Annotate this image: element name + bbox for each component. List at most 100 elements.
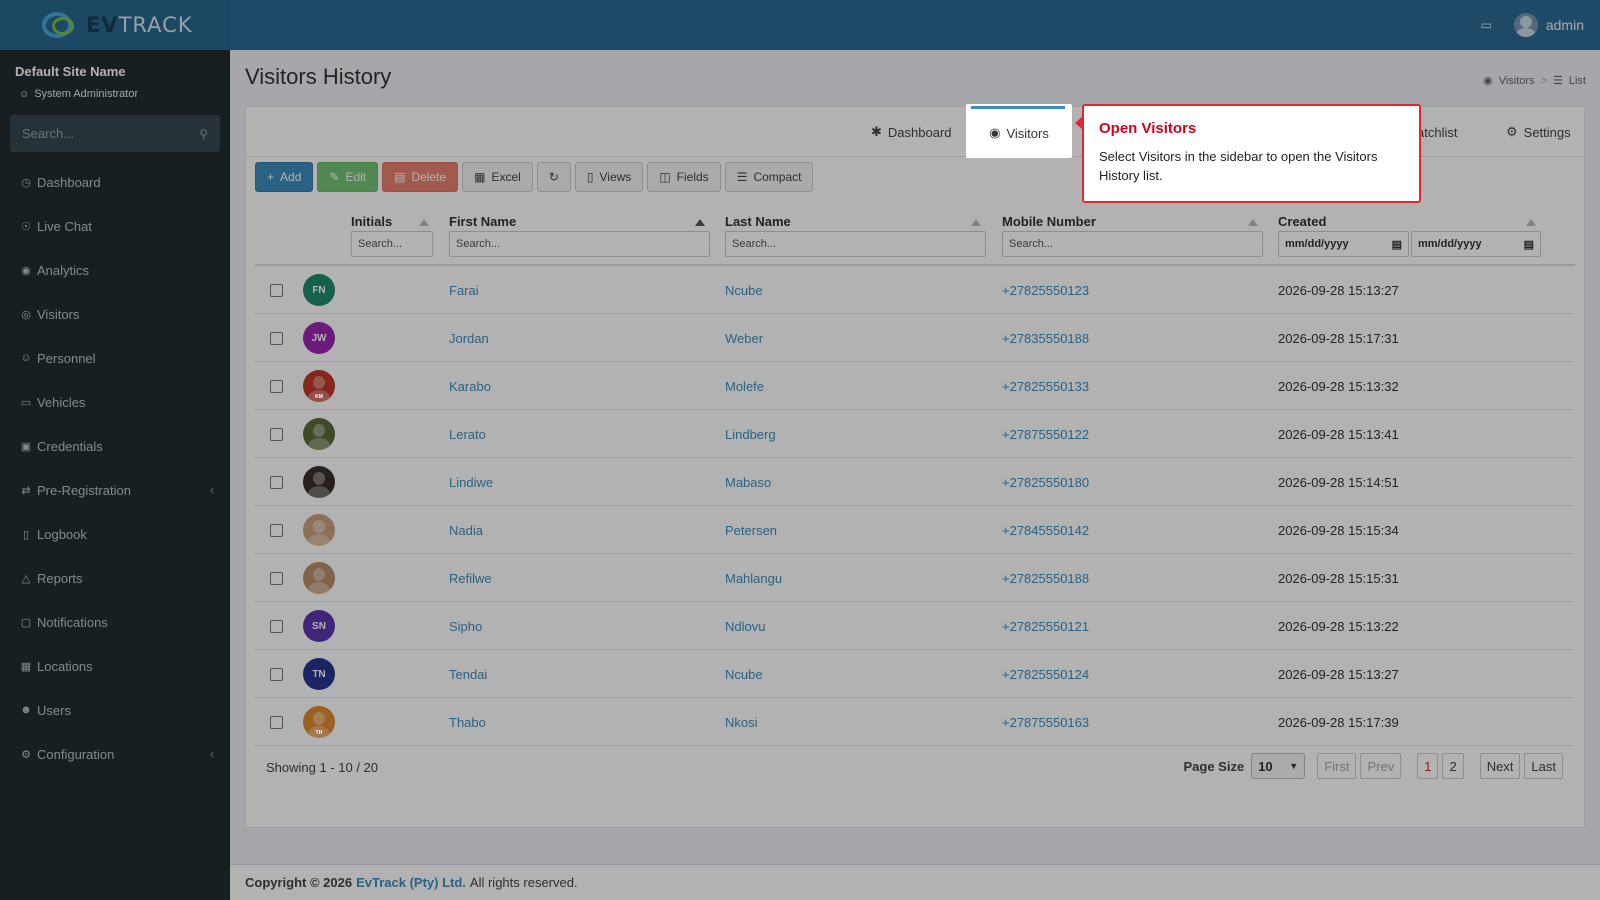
sidebar-item-logbook[interactable]: ▯ Logbook xyxy=(0,512,230,556)
first-name-link[interactable]: Sipho xyxy=(449,619,482,634)
table-row[interactable]: SN Sipho Ndlovu +27825550121 2026-09-28 15:1… xyxy=(255,602,1575,650)
first-name-link[interactable]: Lindiwe xyxy=(449,475,493,490)
table-row[interactable]: KM Karabo Molefe +27825550133 2026-09-28 15:… xyxy=(255,362,1575,410)
breadcrumb-visitors[interactable]: Visitors xyxy=(1499,75,1535,87)
row-checkbox[interactable] xyxy=(270,668,283,681)
tab-settings[interactable]: ⚙ Settings xyxy=(1506,107,1571,157)
filter-initials[interactable] xyxy=(351,231,433,257)
sidebar-item-notifications[interactable]: ▢ Notifications xyxy=(0,600,230,644)
sidebar-item-analytics[interactable]: ◉ Analytics xyxy=(0,248,230,292)
first-name-link[interactable]: Karabo xyxy=(449,379,491,394)
first-name-link[interactable]: Tendai xyxy=(449,667,487,682)
row-checkbox[interactable] xyxy=(270,284,283,297)
excel-button[interactable]: ▦ Excel xyxy=(462,162,533,192)
tab-dashboard[interactable]: ✱ Dashboard xyxy=(871,107,952,157)
building-icon[interactable]: ▭ xyxy=(1481,18,1492,32)
add-button[interactable]: + Add xyxy=(255,162,314,192)
sort-last-name-icon[interactable] xyxy=(971,219,981,226)
table-row[interactable]: TN Tendai Ncube +27825550124 2026-09-28 15:1… xyxy=(255,650,1575,698)
sidebar-item-reports[interactable]: △ Reports xyxy=(0,556,230,600)
sidebar-item-credentials[interactable]: ▣ Credentials xyxy=(0,424,230,468)
last-name-link[interactable]: Ncube xyxy=(725,667,763,682)
row-checkbox[interactable] xyxy=(270,572,283,585)
filter-created-to[interactable]: mm/dd/yyyy ▤ xyxy=(1411,231,1541,257)
last-name-link[interactable]: Weber xyxy=(725,331,763,346)
filter-mobile[interactable] xyxy=(1002,231,1263,257)
sidebar-item-live-chat[interactable]: ☉ Live Chat xyxy=(0,204,230,248)
next-page-button[interactable]: Next xyxy=(1479,753,1521,779)
sort-mobile-icon[interactable] xyxy=(1248,219,1258,226)
column-last-name[interactable]: Last Name xyxy=(725,214,791,229)
sidebar-item-pre-registration[interactable]: ⇄ Pre-Registration ‹ xyxy=(0,468,230,512)
table-row[interactable]: Lindiwe Mabaso +27825550180 2026-09-28 15:1… xyxy=(255,458,1575,506)
first-name-link[interactable]: Lerato xyxy=(449,427,486,442)
column-mobile[interactable]: Mobile Number xyxy=(1002,214,1096,229)
row-checkbox[interactable] xyxy=(270,476,283,489)
row-checkbox[interactable] xyxy=(270,332,283,345)
mobile-link[interactable]: +27825550123 xyxy=(1002,283,1089,298)
mobile-link[interactable]: +27825550121 xyxy=(1002,619,1089,634)
page-1-button[interactable]: 1 xyxy=(1417,753,1439,779)
column-first-name[interactable]: First Name xyxy=(449,214,516,229)
prev-page-button[interactable]: Prev xyxy=(1360,753,1402,779)
sort-initials-icon[interactable] xyxy=(419,219,429,226)
sidebar-item-visitors[interactable]: ◎ Visitors xyxy=(0,292,230,336)
first-name-link[interactable]: Refilwe xyxy=(449,571,492,586)
last-name-link[interactable]: Molefe xyxy=(725,379,764,394)
last-name-link[interactable]: Ncube xyxy=(725,283,763,298)
mobile-link[interactable]: +27875550122 xyxy=(1002,427,1089,442)
column-created[interactable]: Created xyxy=(1278,214,1326,229)
first-name-link[interactable]: Nadia xyxy=(449,523,483,538)
page-2-button[interactable]: 2 xyxy=(1442,753,1464,779)
last-name-link[interactable]: Mahlangu xyxy=(725,571,782,586)
table-row[interactable]: FN Farai Ncube +27825550123 2026-09-28 15:13… xyxy=(255,266,1575,314)
last-name-link[interactable]: Ndlovu xyxy=(725,619,765,634)
sidebar-item-configuration[interactable]: ⚙ Configuration ‹ xyxy=(0,732,230,776)
filter-last-name[interactable] xyxy=(725,231,986,257)
delete-button[interactable]: ▤ Delete xyxy=(382,162,459,192)
last-name-link[interactable]: Lindberg xyxy=(725,427,776,442)
sidebar-item-locations[interactable]: ▦ Locations xyxy=(0,644,230,688)
table-row[interactable]: JW Jordan Weber +27835550188 2026-09-28 15:1… xyxy=(255,314,1575,362)
sidebar-item-dashboard[interactable]: ◷ Dashboard xyxy=(0,160,230,204)
refresh-button[interactable]: ↻ xyxy=(536,162,571,192)
sort-created-icon[interactable] xyxy=(1526,219,1536,226)
tab-watchlist[interactable]: atchlist xyxy=(1417,107,1457,157)
row-checkbox[interactable] xyxy=(270,380,283,393)
company-link[interactable]: EvTrack (Pty) Ltd. xyxy=(356,875,466,890)
compact-button[interactable]: ☰ Compact xyxy=(724,162,814,192)
mobile-link[interactable]: +27835550188 xyxy=(1002,331,1089,346)
mobile-link[interactable]: +27825550124 xyxy=(1002,667,1089,682)
row-checkbox[interactable] xyxy=(270,428,283,441)
table-row[interactable]: Nadia Petersen +27845550142 2026-09-28 15:1… xyxy=(255,506,1575,554)
last-name-link[interactable]: Nkosi xyxy=(725,715,758,730)
fields-button[interactable]: ◫ Fields xyxy=(647,162,721,192)
first-page-button[interactable]: First xyxy=(1317,753,1357,779)
row-checkbox[interactable] xyxy=(270,524,283,537)
row-checkbox[interactable] xyxy=(270,620,283,633)
sort-first-name-icon[interactable] xyxy=(695,219,705,226)
search-icon[interactable]: ⚲ xyxy=(199,127,208,141)
filter-first-name[interactable] xyxy=(449,231,710,257)
views-button[interactable]: ▯ Views xyxy=(574,162,644,192)
user-menu[interactable]: admin xyxy=(1513,13,1584,37)
tab-visitors[interactable]: ◉ Visitors xyxy=(966,104,1072,158)
brand-logo[interactable]: EVTRACK xyxy=(0,0,230,50)
last-page-button[interactable]: Last xyxy=(1524,753,1563,779)
column-initials[interactable]: Initials xyxy=(351,214,392,229)
sidebar-search-input[interactable] xyxy=(22,126,182,141)
mobile-link[interactable]: +27825550180 xyxy=(1002,475,1089,490)
mobile-link[interactable]: +27825550133 xyxy=(1002,379,1089,394)
page-size-select[interactable]: 10 ▼ xyxy=(1251,753,1306,779)
table-row[interactable]: TH Thabo Nkosi +27875550163 2026-09-28 15:17… xyxy=(255,698,1575,746)
table-row[interactable]: Refilwe Mahlangu +27825550188 2026-09-28 15… xyxy=(255,554,1575,602)
first-name-link[interactable]: Farai xyxy=(449,283,479,298)
sidebar-item-personnel[interactable]: ☺ Personnel xyxy=(0,336,230,380)
first-name-link[interactable]: Jordan xyxy=(449,331,489,346)
mobile-link[interactable]: +27825550188 xyxy=(1002,571,1089,586)
sidebar-item-users[interactable]: ☻ Users xyxy=(0,688,230,732)
last-name-link[interactable]: Mabaso xyxy=(725,475,771,490)
filter-created-from[interactable]: mm/dd/yyyy ▤ xyxy=(1278,231,1409,257)
edit-button[interactable]: ✎ Edit xyxy=(317,162,379,192)
last-name-link[interactable]: Petersen xyxy=(725,523,777,538)
